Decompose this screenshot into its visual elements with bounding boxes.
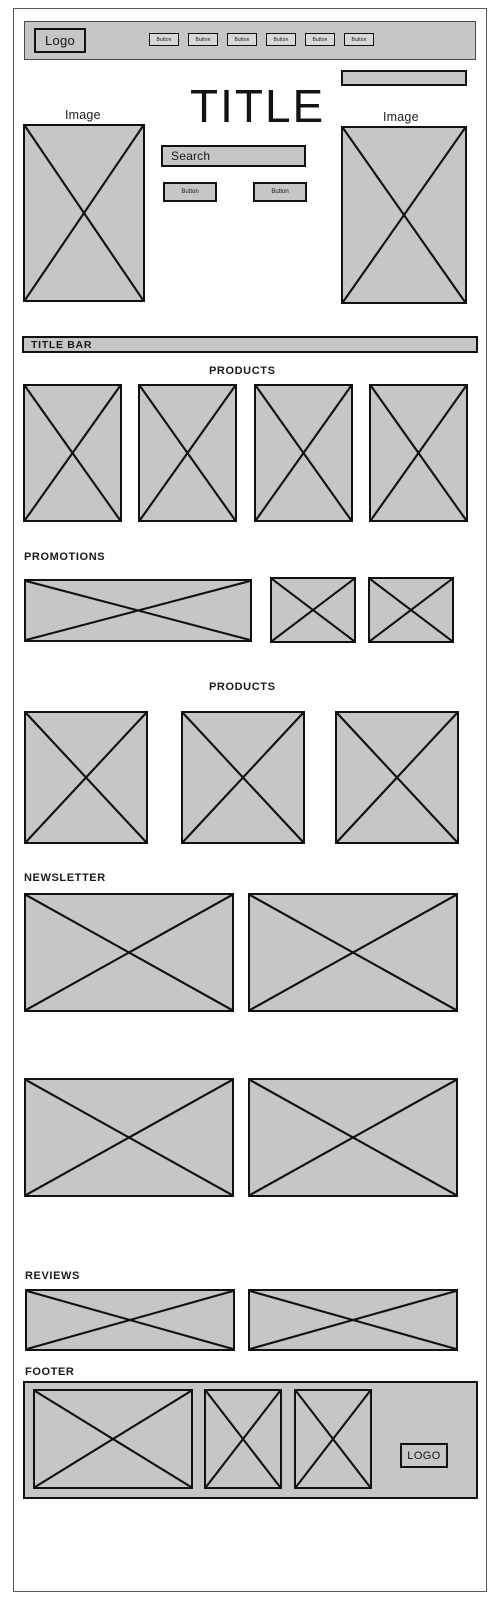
- review-tile-2[interactable]: [248, 1289, 458, 1351]
- promotion-banner-large[interactable]: [24, 579, 252, 642]
- image-placeholder-x-icon: [206, 1391, 280, 1487]
- nav-button-6[interactable]: Button: [344, 33, 374, 46]
- hero-button-1[interactable]: Button: [163, 182, 217, 202]
- hero-left-image[interactable]: [23, 124, 145, 302]
- section-heading-footer: FOOTER: [25, 1366, 75, 1378]
- nav-button-3[interactable]: Button: [227, 33, 257, 46]
- image-placeholder-x-icon: [27, 1291, 233, 1349]
- image-placeholder-x-icon: [26, 581, 250, 640]
- image-placeholder-x-icon: [250, 1291, 456, 1349]
- image-placeholder-x-icon: [337, 713, 457, 842]
- image-placeholder-x-icon: [26, 713, 146, 842]
- nav-button-2-label: Button: [195, 36, 211, 43]
- image-placeholder-x-icon: [296, 1391, 370, 1487]
- product-tile-2[interactable]: [138, 384, 237, 522]
- nav-button-1[interactable]: Button: [149, 33, 179, 46]
- hero-right-image-label: Image: [383, 110, 419, 124]
- image-placeholder-x-icon: [35, 1391, 191, 1487]
- product-large-tile-1[interactable]: [24, 711, 148, 844]
- product-large-tile-2[interactable]: [181, 711, 305, 844]
- page-title: TITLE: [190, 80, 326, 132]
- section-heading-products-top: PRODUCTS: [209, 365, 276, 377]
- logo-button[interactable]: Logo: [34, 28, 86, 53]
- nav-button-1-label: Button: [156, 36, 172, 43]
- footer-logo-label: LOGO: [407, 1449, 441, 1462]
- image-placeholder-x-icon: [25, 126, 143, 300]
- title-bar-label: TITLE BAR: [31, 338, 93, 351]
- image-placeholder-x-icon: [26, 895, 232, 1010]
- image-placeholder-x-icon: [250, 895, 456, 1010]
- footer-tile-3[interactable]: [294, 1389, 372, 1489]
- image-placeholder-x-icon: [256, 386, 351, 520]
- primary-navigation: Button Button Button Button Button Butto…: [149, 33, 374, 46]
- image-placeholder-x-icon: [140, 386, 235, 520]
- image-placeholder-x-icon: [272, 579, 354, 641]
- section-heading-newsletter: NEWSLETTER: [24, 872, 106, 884]
- nav-button-5[interactable]: Button: [305, 33, 335, 46]
- footer-tile-2[interactable]: [204, 1389, 282, 1489]
- search-placeholder: Search: [171, 149, 211, 163]
- section-heading-products-mid: PRODUCTS: [209, 681, 276, 693]
- newsletter-tile-3[interactable]: [24, 1078, 234, 1197]
- nav-button-4[interactable]: Button: [266, 33, 296, 46]
- nav-button-4-label: Button: [273, 36, 289, 43]
- image-placeholder-x-icon: [371, 386, 466, 520]
- hero-right-image[interactable]: [341, 126, 467, 304]
- hero-button-2[interactable]: Button: [253, 182, 307, 202]
- image-placeholder-x-icon: [26, 1080, 232, 1195]
- search-input[interactable]: Search: [161, 145, 306, 167]
- nav-button-6-label: Button: [351, 36, 367, 43]
- wireframe-page: Logo Button Button Button Button Button …: [0, 0, 500, 1602]
- newsletter-tile-1[interactable]: [24, 893, 234, 1012]
- product-large-tile-3[interactable]: [335, 711, 459, 844]
- image-placeholder-x-icon: [250, 1080, 456, 1195]
- image-placeholder-x-icon: [183, 713, 303, 842]
- header-utility-bar[interactable]: [341, 70, 467, 86]
- product-tile-1[interactable]: [23, 384, 122, 522]
- footer-tile-1[interactable]: [33, 1389, 193, 1489]
- nav-button-5-label: Button: [312, 36, 328, 43]
- title-bar: TITLE BAR: [22, 336, 478, 353]
- section-heading-reviews: REVIEWS: [25, 1270, 80, 1282]
- promotion-tile-1[interactable]: [270, 577, 356, 643]
- nav-button-3-label: Button: [234, 36, 250, 43]
- newsletter-tile-2[interactable]: [248, 893, 458, 1012]
- hero-button-1-label: Button: [181, 189, 199, 195]
- image-placeholder-x-icon: [343, 128, 465, 302]
- nav-button-2[interactable]: Button: [188, 33, 218, 46]
- section-heading-promotions: PROMOTIONS: [24, 551, 106, 563]
- footer-logo[interactable]: LOGO: [400, 1443, 448, 1468]
- product-tile-3[interactable]: [254, 384, 353, 522]
- newsletter-tile-4[interactable]: [248, 1078, 458, 1197]
- review-tile-1[interactable]: [25, 1289, 235, 1351]
- image-placeholder-x-icon: [25, 386, 120, 520]
- promotion-tile-2[interactable]: [368, 577, 454, 643]
- hero-button-2-label: Button: [271, 189, 289, 195]
- product-tile-4[interactable]: [369, 384, 468, 522]
- image-placeholder-x-icon: [370, 579, 452, 641]
- hero-left-image-label: Image: [65, 108, 101, 122]
- logo-label: Logo: [44, 33, 76, 48]
